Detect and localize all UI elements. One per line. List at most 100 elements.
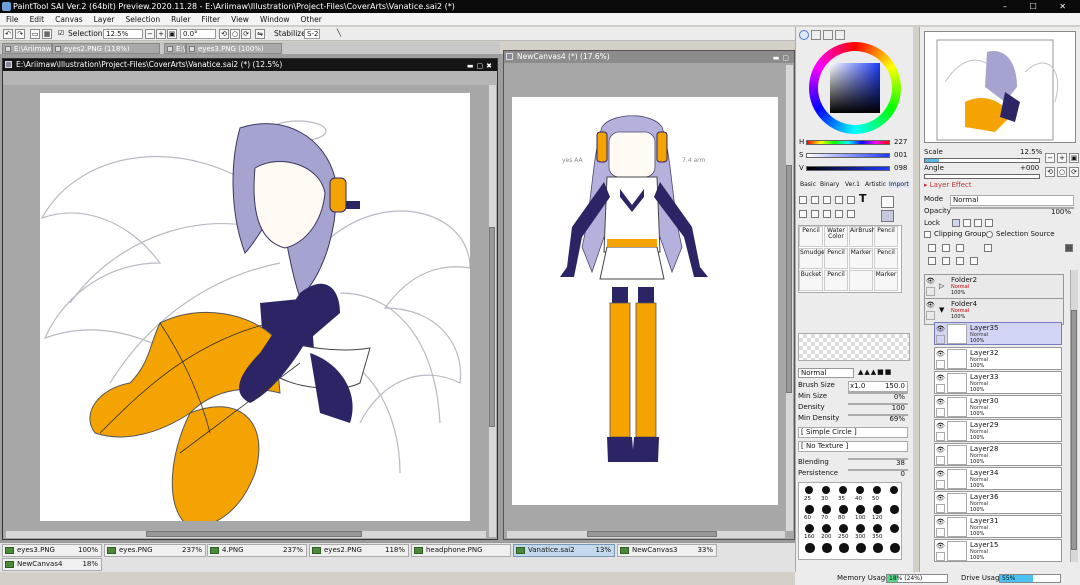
canvas-thumbnail-tab[interactable]: NewCanvas4 18% [2,558,102,571]
canvas-window-titlebar[interactable]: NewCanvas4 (*) (17.6%) ▬▢ [504,51,794,63]
vertical-scrollbar[interactable] [785,65,793,531]
brush-texture-select[interactable]: [ No Texture ] [798,441,908,452]
layer-list-scrollbar[interactable] [1070,270,1078,562]
window-controls[interactable]: – ☐ ✕ [1003,0,1076,13]
layer-select-checkbox[interactable] [936,552,945,561]
visibility-eye-icon[interactable]: 👁 [936,350,945,358]
canvas-window-secondary[interactable]: NewCanvas4 (*) (17.6%) ▬▢ yes AA 7.4 arm [503,50,795,540]
layer-select-checkbox[interactable] [936,456,945,465]
redo-icon[interactable]: ↷ [15,29,25,39]
brush-size-preset-dot[interactable] [822,505,831,514]
clear-layer-icon[interactable] [956,257,964,265]
blending-slider[interactable]: 38 [848,458,908,467]
canvas-thumbnail-tab[interactable]: Vanatice.sai2 13% [513,544,615,557]
layer-mode-select[interactable]: Normal [950,195,1074,206]
rotate-reset-icon[interactable]: ○ [1057,167,1067,177]
tab-ver1[interactable]: Ver.1 [845,181,860,188]
color-slider-mode-icon[interactable] [811,30,821,40]
zoom-in-icon[interactable]: + [1057,153,1067,163]
deselect-icon[interactable]: ▭ [30,29,40,39]
folder-expand-icon[interactable]: ▼ [939,306,944,314]
lock-move-icon[interactable] [974,219,982,227]
tab-basic[interactable]: Basic [800,181,816,188]
brush-size-preset-dot[interactable] [805,543,815,553]
zoom-reset-icon[interactable]: ▣ [167,29,177,39]
layer-row[interactable]: 👁 Layer28 Normal 100% [934,443,1062,466]
rotate-icon[interactable] [823,210,831,218]
zoom-out-icon[interactable]: − [145,29,155,39]
move-icon[interactable] [799,210,807,218]
brush-blend-mode-select[interactable]: Normal [798,368,854,378]
menu-file[interactable]: File [1,13,24,26]
brush-tool[interactable]: AirBrush [849,226,876,247]
scrollbar-thumb[interactable] [1071,310,1077,550]
menu-filter[interactable]: Filter [197,13,226,26]
layer-select-checkbox[interactable] [936,335,945,344]
rotate-ccw-icon[interactable]: ⟲ [219,29,229,39]
navigator-preview[interactable] [924,31,1076,143]
canvas-window-controls[interactable]: ▬▢ [773,52,792,64]
rotate-ccw-icon[interactable]: ⟲ [1045,167,1055,177]
horizontal-scrollbar[interactable] [6,530,486,538]
menu-ruler[interactable]: Ruler [166,13,195,26]
zoom-field[interactable]: 12.5% [103,29,143,39]
color-wheel-mode-icon[interactable] [799,30,809,40]
min-density-slider[interactable]: 69% [848,414,908,423]
tab-artistic[interactable]: Artistic [865,181,886,188]
swatch-mode-icon[interactable] [835,30,845,40]
eyedropper2-icon[interactable] [847,210,855,218]
brush-tool[interactable]: Marker [874,270,898,291]
brush-size-preset-dot[interactable] [805,524,814,533]
transfer-down-icon[interactable] [928,257,936,265]
horizontal-scrollbar[interactable] [507,530,785,538]
brush-size-preset-dot[interactable] [890,505,899,514]
merge-down-icon[interactable] [942,257,950,265]
doc-tab[interactable]: E:\A... [164,43,186,54]
visibility-eye-icon[interactable]: 👁 [936,518,945,526]
brush-size-preset-dot[interactable] [839,486,847,494]
magic-wand-icon[interactable] [823,196,831,204]
visibility-eye-icon[interactable]: 👁 [936,446,945,454]
menu-canvas[interactable]: Canvas [50,13,88,26]
lock-all-icon[interactable] [985,219,993,227]
layer-row[interactable]: 👁 Layer31 Normal 100% [934,515,1062,538]
brush-tool[interactable]: Smudge [799,248,825,269]
brush-tool[interactable]: Pencil [799,226,823,247]
brush-size-preset-dot[interactable] [822,486,830,494]
menu-selection[interactable]: Selection [121,13,166,26]
layer-select-checkbox[interactable] [936,432,945,441]
lock-paint-icon[interactable] [963,219,971,227]
brush-size-preset-dot[interactable] [856,543,866,553]
canvas-thumbnail-tab[interactable]: eyes2.PNG 118% [309,544,409,557]
vertical-scrollbar[interactable] [488,85,496,537]
density-slider[interactable]: 100 [848,403,908,412]
brush-size-preset-dot[interactable] [805,486,813,494]
tab-import[interactable]: Import [888,181,910,188]
secondary-canvas[interactable]: yes AA 7.4 arm [512,97,778,505]
layer-select-checkbox[interactable] [936,408,945,417]
primary-color-swatch[interactable] [881,196,894,208]
brush-tool[interactable]: Marker [849,248,873,269]
doc-tab[interactable]: E:\Ariimaw... [2,43,58,54]
scrollbar-thumb[interactable] [489,227,495,427]
eyedropper-icon[interactable] [847,196,855,204]
layer-row[interactable]: 👁 Layer32 Normal 100% [934,347,1062,370]
layer-select-checkbox[interactable] [936,384,945,393]
new-linework-layer-icon[interactable] [942,244,950,252]
zoom-reset-icon[interactable]: ▣ [1069,153,1079,163]
rotate-cw-icon[interactable]: ⟳ [241,29,251,39]
main-canvas[interactable] [40,93,471,563]
brush-size-preset-dot[interactable] [839,524,848,533]
layer-select-checkbox[interactable] [926,311,935,320]
layer-row[interactable]: 👁 Layer33 Normal 100% [934,371,1062,394]
delete-layer-icon[interactable] [970,257,978,265]
brush-size-preset-dot[interactable] [839,505,848,514]
saturation-slider[interactable] [806,153,890,158]
zoom-out-icon[interactable]: − [1045,153,1055,163]
brush-size-preset-dot[interactable] [890,543,900,553]
visibility-eye-icon[interactable]: 👁 [936,470,945,478]
zoom-icon[interactable] [811,210,819,218]
layer-folder[interactable]: 👁 ▼ Folder4 Normal 100% [924,298,1064,325]
brush-tool[interactable]: Pencil [824,248,848,269]
canvas-thumbnail-tab[interactable]: headphone.PNG [411,544,511,557]
